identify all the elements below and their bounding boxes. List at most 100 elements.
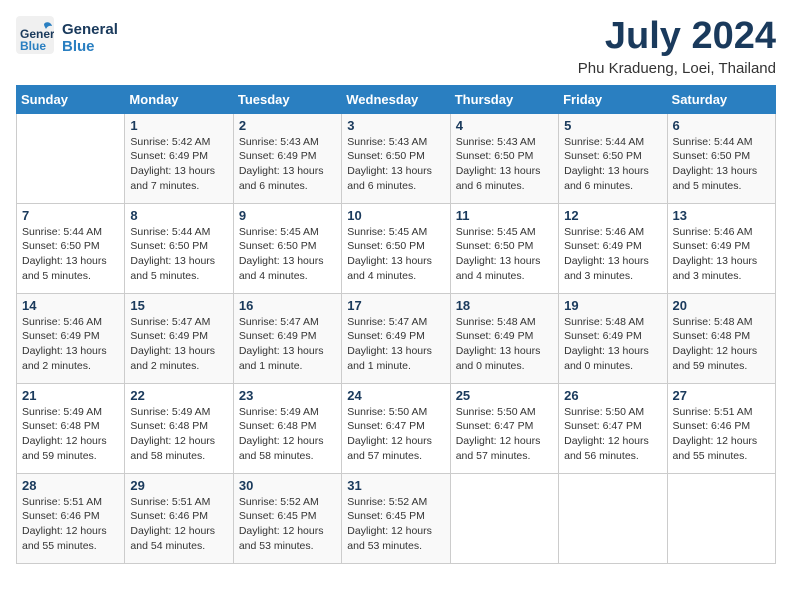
day-info: Sunrise: 5:50 AM Sunset: 6:47 PM Dayligh…: [456, 405, 553, 464]
day-info: Sunrise: 5:45 AM Sunset: 6:50 PM Dayligh…: [456, 225, 553, 284]
header-sunday: Sunday: [17, 85, 125, 113]
month-title: July 2024: [578, 16, 776, 58]
day-info: Sunrise: 5:49 AM Sunset: 6:48 PM Dayligh…: [239, 405, 336, 464]
day-number: 27: [673, 388, 770, 403]
day-info: Sunrise: 5:45 AM Sunset: 6:50 PM Dayligh…: [347, 225, 444, 284]
day-cell: 26Sunrise: 5:50 AM Sunset: 6:47 PM Dayli…: [559, 383, 667, 473]
day-cell: 19 Sunrise: 5:48 AM Sunset: 6:49 PM Dayli…: [559, 293, 667, 383]
header-wednesday: Wednesday: [342, 85, 450, 113]
day-info: Sunrise: 5:43 AM Sunset: 6:50 PM Dayligh…: [456, 135, 553, 194]
day-info: Sunrise: 5:48 AM Sunset: 6:48 PM Dayligh…: [673, 315, 770, 374]
day-info: Sunrise: 5:43 AM Sunset: 6:49 PM Dayligh…: [239, 135, 336, 194]
day-number: 9: [239, 208, 336, 223]
day-number: 22: [130, 388, 227, 403]
day-info: Sunrise: 5:46 AM Sunset: 6:49 PM Dayligh…: [673, 225, 770, 284]
day-number: 13: [673, 208, 770, 223]
day-number: 6: [673, 118, 770, 133]
day-info: Sunrise: 5:51 AM Sunset: 6:46 PM Dayligh…: [22, 495, 119, 554]
day-info: Sunrise: 5:52 AM Sunset: 6:45 PM Dayligh…: [347, 495, 444, 554]
day-number: 15: [130, 298, 227, 313]
header-thursday: Thursday: [450, 85, 558, 113]
day-info: Sunrise: 5:46 AM Sunset: 6:49 PM Dayligh…: [22, 315, 119, 374]
header-saturday: Saturday: [667, 85, 775, 113]
day-number: 12: [564, 208, 661, 223]
day-number: 7: [22, 208, 119, 223]
day-number: 30: [239, 478, 336, 493]
day-info: Sunrise: 5:51 AM Sunset: 6:46 PM Dayligh…: [130, 495, 227, 554]
header-friday: Friday: [559, 85, 667, 113]
day-cell: [17, 113, 125, 203]
day-cell: 7Sunrise: 5:44 AM Sunset: 6:50 PM Daylig…: [17, 203, 125, 293]
header-row: SundayMondayTuesdayWednesdayThursdayFrid…: [17, 85, 776, 113]
day-cell: [667, 473, 775, 563]
day-info: Sunrise: 5:47 AM Sunset: 6:49 PM Dayligh…: [239, 315, 336, 374]
header-tuesday: Tuesday: [233, 85, 341, 113]
day-number: 18: [456, 298, 553, 313]
day-cell: 30 Sunrise: 5:52 AM Sunset: 6:45 PM Dayli…: [233, 473, 341, 563]
day-number: 21: [22, 388, 119, 403]
day-number: 25: [456, 388, 553, 403]
day-cell: 17Sunrise: 5:47 AM Sunset: 6:49 PM Dayli…: [342, 293, 450, 383]
day-cell: 1 Sunrise: 5:42 AM Sunset: 6:49 PM Daylig…: [125, 113, 233, 203]
week-row-1: 1 Sunrise: 5:42 AM Sunset: 6:49 PM Daylig…: [17, 113, 776, 203]
day-info: Sunrise: 5:48 AM Sunset: 6:49 PM Dayligh…: [564, 315, 661, 374]
day-number: 19: [564, 298, 661, 313]
day-cell: 3 Sunrise: 5:43 AM Sunset: 6:50 PM Daylig…: [342, 113, 450, 203]
day-number: 10: [347, 208, 444, 223]
day-number: 5: [564, 118, 661, 133]
header-monday: Monday: [125, 85, 233, 113]
day-number: 23: [239, 388, 336, 403]
day-info: Sunrise: 5:42 AM Sunset: 6:49 PM Dayligh…: [130, 135, 227, 194]
logo-icon: General Blue: [16, 16, 54, 54]
day-cell: 13 Sunrise: 5:46 AM Sunset: 6:49 PM Dayli…: [667, 203, 775, 293]
day-number: 28: [22, 478, 119, 493]
day-cell: 15 Sunrise: 5:47 AM Sunset: 6:49 PM Dayli…: [125, 293, 233, 383]
day-info: Sunrise: 5:44 AM Sunset: 6:50 PM Dayligh…: [673, 135, 770, 194]
day-info: Sunrise: 5:43 AM Sunset: 6:50 PM Dayligh…: [347, 135, 444, 194]
day-info: Sunrise: 5:47 AM Sunset: 6:49 PM Dayligh…: [347, 315, 444, 374]
week-row-3: 14Sunrise: 5:46 AM Sunset: 6:49 PM Dayli…: [17, 293, 776, 383]
location: Phu Kradueng, Loei, Thailand: [578, 60, 776, 77]
day-number: 24: [347, 388, 444, 403]
day-cell: 20 Sunrise: 5:48 AM Sunset: 6:48 PM Dayli…: [667, 293, 775, 383]
day-cell: 18 Sunrise: 5:48 AM Sunset: 6:49 PM Dayli…: [450, 293, 558, 383]
logo-line1: General: [62, 21, 118, 38]
day-info: Sunrise: 5:49 AM Sunset: 6:48 PM Dayligh…: [22, 405, 119, 464]
week-row-4: 21 Sunrise: 5:49 AM Sunset: 6:48 PM Dayli…: [17, 383, 776, 473]
logo: General Blue General Blue: [16, 16, 118, 59]
day-number: 3: [347, 118, 444, 133]
day-cell: 11 Sunrise: 5:45 AM Sunset: 6:50 PM Dayli…: [450, 203, 558, 293]
day-cell: 25 Sunrise: 5:50 AM Sunset: 6:47 PM Dayli…: [450, 383, 558, 473]
svg-text:Blue: Blue: [20, 39, 46, 53]
week-row-2: 7 Sunrise: 5:44 AM Sunset: 6:50 PM Daylig…: [17, 203, 776, 293]
day-info: Sunrise: 5:52 AM Sunset: 6:45 PM Dayligh…: [239, 495, 336, 554]
day-number: 11: [456, 208, 553, 223]
day-number: 31: [347, 478, 444, 493]
day-cell: 10 Sunrise: 5:45 AM Sunset: 6:50 PM Dayli…: [342, 203, 450, 293]
page-header: General Blue General Blue July 2024 Phu …: [16, 16, 776, 77]
day-cell: [450, 473, 558, 563]
day-cell: 24Sunrise: 5:50 AM Sunset: 6:47 PM Dayli…: [342, 383, 450, 473]
day-number: 2: [239, 118, 336, 133]
day-number: 1: [130, 118, 227, 133]
day-info: Sunrise: 5:47 AM Sunset: 6:49 PM Dayligh…: [130, 315, 227, 374]
day-cell: 23 Sunrise: 5:49 AM Sunset: 6:48 PM Dayli…: [233, 383, 341, 473]
day-info: Sunrise: 5:44 AM Sunset: 6:50 PM Dayligh…: [130, 225, 227, 284]
day-number: 20: [673, 298, 770, 313]
day-cell: 5 Sunrise: 5:44 AM Sunset: 6:50 PM Daylig…: [559, 113, 667, 203]
day-number: 29: [130, 478, 227, 493]
day-cell: 16Sunrise: 5:47 AM Sunset: 6:49 PM Dayli…: [233, 293, 341, 383]
day-cell: 31 Sunrise: 5:52 AM Sunset: 6:45 PM Dayli…: [342, 473, 450, 563]
logo-line2: Blue: [62, 38, 118, 55]
day-cell: 22Sunrise: 5:49 AM Sunset: 6:48 PM Dayli…: [125, 383, 233, 473]
day-cell: 28 Sunrise: 5:51 AM Sunset: 6:46 PM Dayli…: [17, 473, 125, 563]
calendar-table: SundayMondayTuesdayWednesdayThursdayFrid…: [16, 85, 776, 564]
day-info: Sunrise: 5:48 AM Sunset: 6:49 PM Dayligh…: [456, 315, 553, 374]
day-cell: 29 Sunrise: 5:51 AM Sunset: 6:46 PM Dayli…: [125, 473, 233, 563]
week-row-5: 28 Sunrise: 5:51 AM Sunset: 6:46 PM Dayli…: [17, 473, 776, 563]
day-cell: 9 Sunrise: 5:45 AM Sunset: 6:50 PM Daylig…: [233, 203, 341, 293]
title-section: July 2024 Phu Kradueng, Loei, Thailand: [578, 16, 776, 77]
day-info: Sunrise: 5:45 AM Sunset: 6:50 PM Dayligh…: [239, 225, 336, 284]
day-info: Sunrise: 5:44 AM Sunset: 6:50 PM Dayligh…: [564, 135, 661, 194]
day-number: 8: [130, 208, 227, 223]
